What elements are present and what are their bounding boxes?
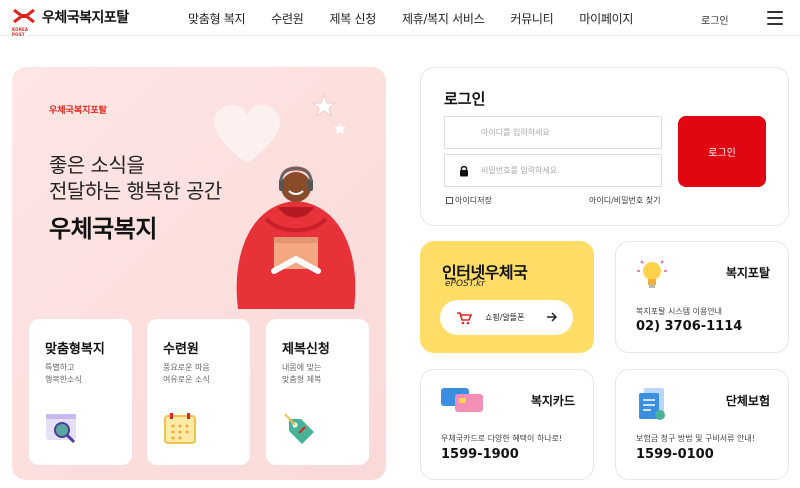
service-card-desc: 특별하고 행복한소식 (45, 363, 82, 384)
site-header: KOREA POST 우체국복지포탈 맞춤형 복지 수련원 제복 신청 제휴/복… (0, 0, 800, 37)
welfare-portal-desc: 복지포탈 시스템 이용안내 (636, 307, 723, 316)
credit-card-icon (441, 388, 483, 412)
group-insurance-desc: 보험금 청구 방법 및 구비서류 안내! (636, 434, 755, 443)
welfare-card-title: 복지카드 (530, 394, 575, 408)
service-card-desc: 내몸에 맞는 맞춤형 제복 (282, 363, 322, 384)
logo-text: 우체국복지포탈 (42, 10, 129, 26)
nav-custom-welfare[interactable]: 맞춤형 복지 (188, 10, 246, 27)
service-card-uniform[interactable]: 제복신청 내몸에 맞는 맞춤형 제복 (266, 319, 369, 465)
welfare-card-card[interactable]: 복지카드 우체국카드로 다양한 혜택이 하나로! 1599-1900 (420, 369, 594, 480)
postman-illustration-icon (236, 166, 356, 309)
checkbox-icon[interactable] (446, 197, 453, 204)
group-insurance-phone: 1599-0100 (636, 447, 714, 462)
hero-headline-line1: 좋은 소식을 (49, 153, 145, 177)
epost-card[interactable]: 인터넷우체국 ePOST.kr 쇼핑/알뜰폰 (420, 241, 594, 353)
find-id-password-link[interactable]: 아이디/비밀번호 찾기 (589, 195, 660, 206)
service-card-title: 수련원 (163, 342, 199, 357)
group-insurance-title: 단체보험 (725, 394, 770, 408)
id-input[interactable] (445, 117, 661, 148)
hero-banner: 우체국복지포탈 좋은 소식을 전달하는 행복한 공간 우체국복지 맞춤형복지 특… (12, 67, 386, 480)
epost-subtitle: ePOST.kr (445, 279, 485, 289)
login-title: 로그인 (444, 90, 486, 108)
document-icon (639, 388, 665, 420)
logo-sub-text: KOREA POST (12, 27, 29, 37)
welfare-card-desc: 우체국카드로 다양한 혜택이 하나로! (441, 434, 563, 443)
welfare-portal-phone: 02) 3706-1114 (636, 319, 743, 334)
nav-training-center[interactable]: 수련원 (271, 10, 304, 27)
save-id-checkbox[interactable]: 아이디저장 (446, 195, 492, 206)
password-field-wrapper (444, 154, 662, 187)
hero-title: 우체국복지 (49, 215, 157, 243)
header-login-link[interactable]: 로그인 (701, 12, 729, 27)
hamburger-menu-icon[interactable] (767, 11, 783, 25)
main-nav: 맞춤형 복지 수련원 제복 신청 제휴/복지 서비스 커뮤니티 마이페이지 (188, 10, 659, 27)
welfare-card-phone: 1599-1900 (441, 447, 519, 462)
calendar-icon (164, 413, 196, 444)
id-field-wrapper (444, 116, 662, 149)
arrow-right-icon (547, 312, 558, 322)
login-panel: 로그인 로그인 아이디저장 아이디/비밀번호 찾기 (420, 67, 789, 226)
nav-uniform[interactable]: 제복 신청 (329, 10, 376, 27)
service-card-custom-welfare[interactable]: 맞춤형복지 특별하고 행복한소식 (29, 319, 132, 465)
welfare-portal-card[interactable]: 복지포탈 복지포탈 시스템 이용안내 02) 3706-1114 (615, 241, 789, 353)
nav-community[interactable]: 커뮤니티 (510, 10, 553, 27)
password-input[interactable] (445, 155, 661, 186)
welfare-portal-title: 복지포탈 (725, 266, 770, 280)
save-id-label: 아이디저장 (455, 196, 492, 205)
price-tag-icon (284, 413, 314, 444)
lightbulb-icon (637, 260, 667, 288)
nav-mypage[interactable]: 마이페이지 (579, 10, 633, 27)
service-card-desc: 풍요로운 마음 여유로운 소식 (163, 363, 210, 384)
hero-brand: 우체국복지포탈 (49, 106, 107, 116)
service-card-title: 제복신청 (282, 342, 330, 357)
hero-headline-line2: 전달하는 행복한 공간 (49, 179, 222, 203)
cart-icon (457, 312, 472, 325)
shopping-phone-label: 쇼핑/알뜰폰 (485, 313, 525, 322)
shopping-phone-button[interactable]: 쇼핑/알뜰폰 (440, 300, 573, 335)
group-insurance-card[interactable]: 단체보험 보험금 청구 방법 및 구비서류 안내! 1599-0100 (615, 369, 789, 480)
service-card-training-center[interactable]: 수련원 풍요로운 마음 여유로운 소식 (147, 319, 250, 465)
site-logo[interactable]: KOREA POST 우체국복지포탈 (12, 6, 129, 37)
login-button[interactable]: 로그인 (678, 116, 766, 187)
magnifier-window-icon (46, 414, 76, 444)
korea-post-logo-icon: KOREA POST (12, 6, 36, 37)
nav-partner-services[interactable]: 제휴/복지 서비스 (402, 10, 485, 27)
service-card-title: 맞춤형복지 (45, 342, 105, 357)
